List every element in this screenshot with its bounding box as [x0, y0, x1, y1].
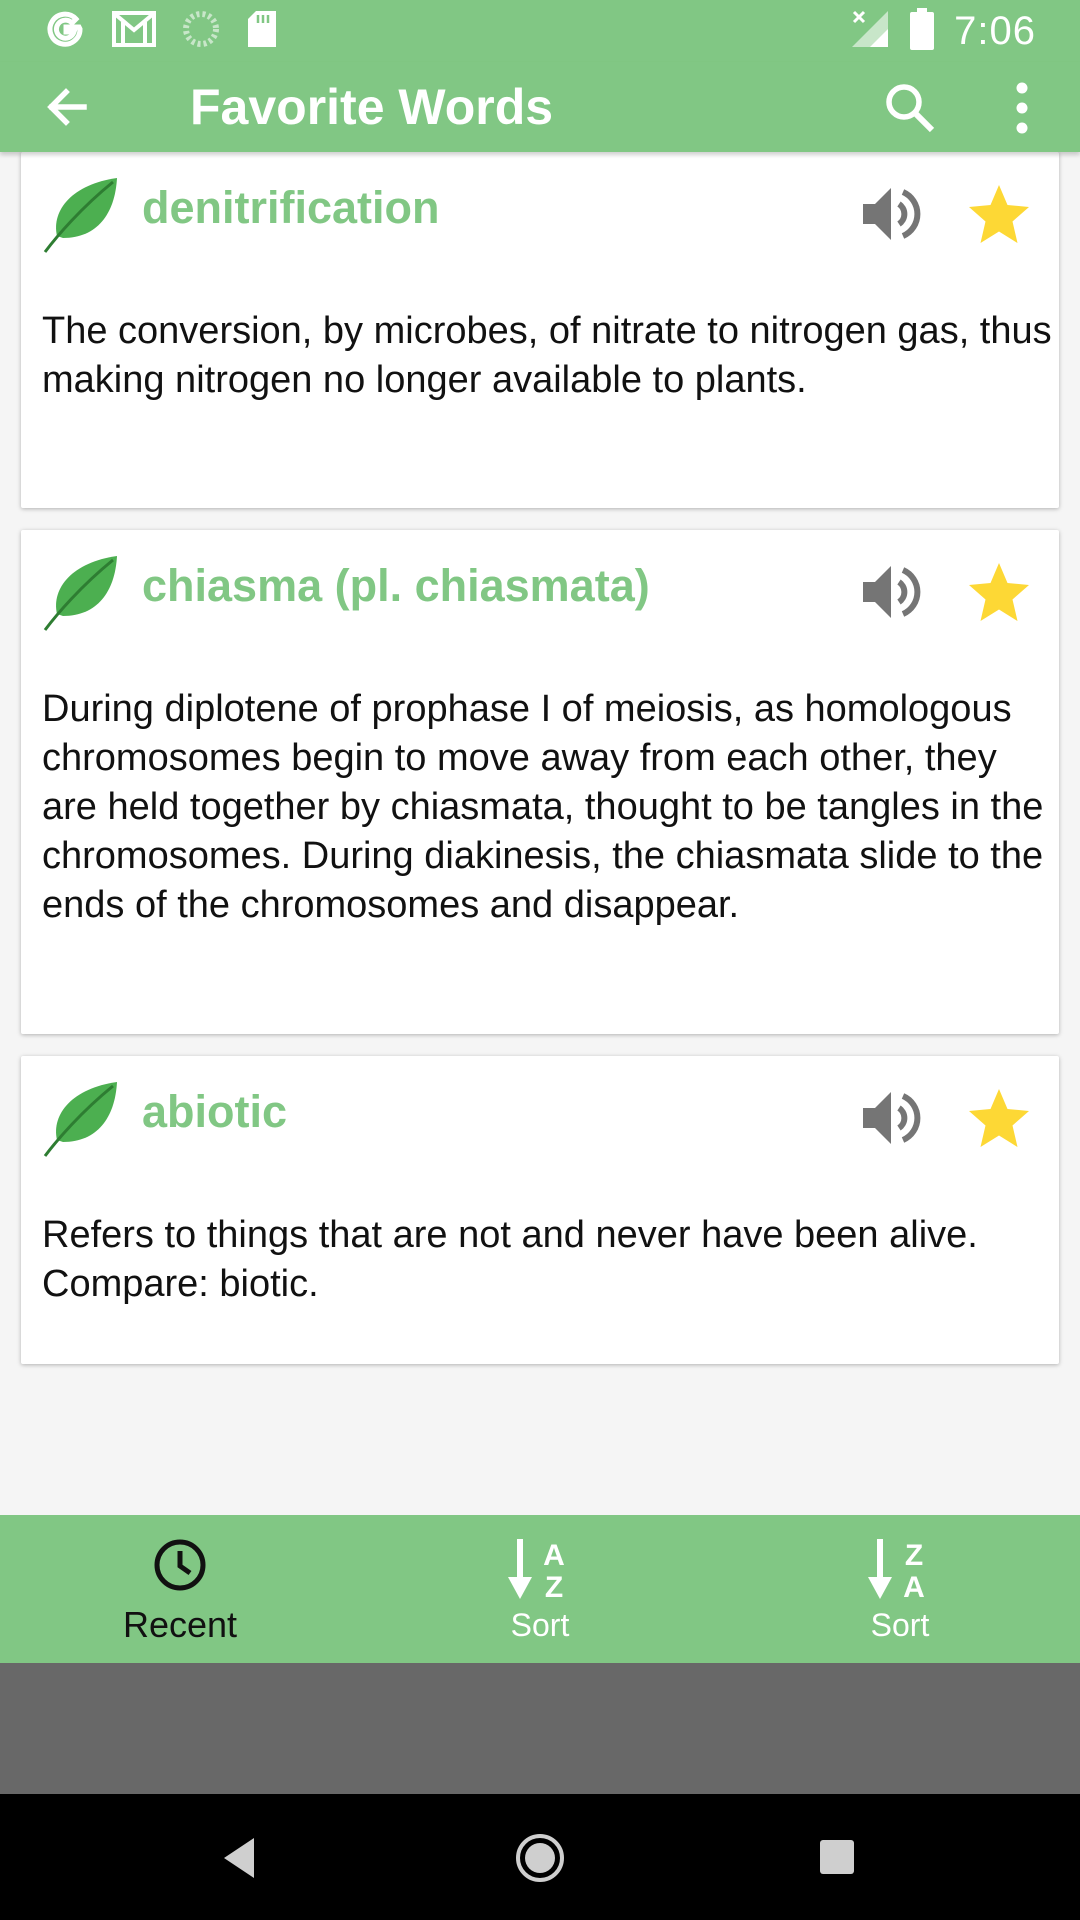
no-signal-icon [850, 9, 890, 54]
word-card[interactable]: chiasma (pl. chiasmata) During diplotene… [21, 530, 1059, 1034]
system-back-icon[interactable] [214, 1830, 270, 1886]
star-favorite-icon[interactable] [967, 560, 1031, 624]
star-favorite-icon[interactable] [967, 182, 1031, 246]
nav-sort-az[interactable]: A Z Sort [360, 1515, 720, 1663]
status-bar: 7:06 [0, 0, 1080, 62]
google-icon [46, 9, 86, 54]
ad-banner-area [0, 1663, 1080, 1794]
speaker-icon[interactable] [859, 182, 923, 246]
battery-icon [910, 7, 935, 55]
svg-text:A: A [903, 1571, 925, 1601]
leaf-icon [43, 552, 121, 632]
nav-sort-za-label: Sort [870, 1607, 930, 1643]
search-icon[interactable] [882, 80, 938, 136]
page-title: Favorite Words [190, 79, 554, 135]
clock-icon [154, 1539, 206, 1591]
word-card[interactable]: abiotic Refers to things that are not an… [21, 1056, 1059, 1364]
word-definition: The conversion, by microbes, of nitrate … [42, 310, 1052, 401]
more-vert-icon[interactable] [1000, 80, 1044, 136]
nav-sort-az-label: Sort [510, 1607, 570, 1643]
word-term: abiotic [142, 1086, 288, 1137]
word-term: chiasma (pl. chiasmata) [142, 560, 650, 611]
bottom-navigation: Recent A Z Sort Z A Sort [0, 1515, 1080, 1663]
nav-recent-label: Recent [122, 1604, 238, 1645]
star-favorite-icon[interactable] [967, 1086, 1031, 1150]
gmail-icon [112, 10, 156, 53]
sort-za-icon: Z A [868, 1539, 925, 1601]
speaker-icon[interactable] [859, 560, 923, 624]
sd-card-icon [246, 9, 278, 54]
svg-text:Z: Z [905, 1539, 923, 1572]
system-recents-icon[interactable] [810, 1830, 866, 1886]
sort-az-icon: A Z [508, 1539, 565, 1601]
svg-text:Z: Z [545, 1571, 563, 1601]
app-bar: Favorite Words [0, 62, 1080, 152]
svg-text:A: A [543, 1539, 565, 1572]
word-term: denitrification [142, 182, 440, 233]
word-definition: Refers to things that are not and never … [42, 1214, 978, 1305]
loading-icon [182, 10, 220, 53]
nav-recent[interactable]: Recent [0, 1515, 360, 1663]
leaf-icon [43, 1078, 121, 1158]
word-definition: During diplotene of prophase I of meiosi… [42, 688, 1044, 926]
leaf-icon [43, 174, 121, 254]
system-home-icon[interactable] [512, 1830, 568, 1886]
speaker-icon[interactable] [859, 1086, 923, 1150]
system-navigation-bar [0, 1794, 1080, 1920]
word-card[interactable]: denitrification The conversion, by micro… [21, 152, 1059, 508]
back-arrow-icon[interactable] [40, 80, 94, 134]
nav-sort-za[interactable]: Z A Sort [720, 1515, 1080, 1663]
status-time: 7:06 [954, 8, 1036, 53]
